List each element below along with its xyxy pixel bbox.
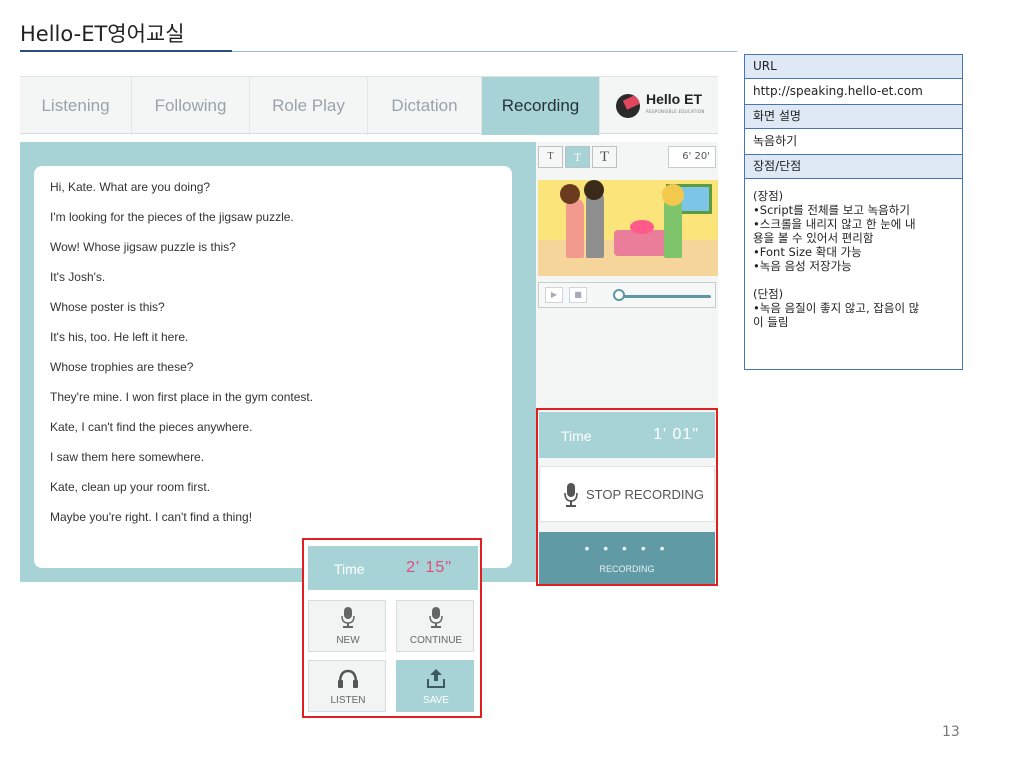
tab-listening[interactable]: Listening	[20, 77, 132, 135]
progress-knob[interactable]	[613, 289, 625, 301]
script-line: They're mine. I won first place in the g…	[50, 390, 314, 404]
new-button[interactable]: NEW	[308, 600, 386, 652]
controls-time-value: 2' 15"	[406, 559, 452, 576]
tab-role-play[interactable]: Role Play	[250, 77, 368, 135]
tab-bar: Listening Following Role Play Dictation …	[20, 76, 718, 135]
recording-time-display: Time 1' 01"	[539, 412, 715, 458]
listen-button[interactable]: LISTEN	[308, 660, 386, 712]
script-line: Kate, clean up your room first.	[50, 480, 211, 494]
url-header: URL	[745, 55, 962, 79]
new-label: NEW	[336, 635, 360, 646]
save-label: SAVE	[423, 695, 449, 706]
info-table: URL http://speaking.hello-et.com 화면 설명 녹…	[744, 54, 963, 370]
script-line: Whose poster is this?	[50, 300, 165, 314]
cons-item: 이 들림	[753, 315, 789, 329]
script-line: Wow! Whose jigsaw puzzle is this?	[50, 240, 236, 254]
script-line: Maybe you're right. I can't find a thing…	[50, 510, 253, 524]
script-line: I saw them here somewhere.	[50, 450, 205, 464]
cons-title: (단점)	[753, 287, 784, 301]
play-button[interactable]: ▶	[545, 287, 563, 303]
recorder-controls-highlight: Time 2' 15" NEW CONTINUE LISTEN SAVE	[302, 538, 482, 718]
headphones-icon	[338, 669, 358, 688]
pros-item: •스크롤을 내리지 않고 한 눈에 내	[753, 217, 916, 231]
pros-item: 용을 볼 수 있어서 편리함	[753, 231, 874, 245]
description-header: 화면 설명	[745, 105, 962, 129]
controls-time-label: Time	[334, 561, 365, 577]
script-line: It's Josh's.	[50, 270, 106, 284]
script-line: I'm looking for the pieces of the jigsaw…	[50, 210, 294, 224]
font-size-buttons: T T T	[538, 146, 617, 168]
tab-dictation[interactable]: Dictation	[368, 77, 482, 135]
app-window: Listening Following Role Play Dictation …	[20, 70, 718, 720]
script-line: Hi, Kate. What are you doing?	[50, 180, 211, 194]
script-line: Kate, I can't find the pieces anywhere.	[50, 420, 253, 434]
script-line: Whose trophies are these?	[50, 360, 194, 374]
font-size-large-button[interactable]: T	[592, 146, 617, 168]
pros-item: •Script를 전체를 보고 녹음하기	[753, 203, 910, 217]
microphone-icon	[429, 607, 443, 628]
recording-status: • • • • • RECORDING	[539, 532, 715, 584]
pros-title: (장점)	[753, 189, 784, 203]
scene-illustration	[538, 180, 718, 276]
description-value: 녹음하기	[745, 129, 962, 155]
pros-item: •Font Size 확대 가능	[753, 245, 862, 259]
hello-et-logo: Hello ET RESPONSIBLE EDUCATION	[616, 76, 718, 134]
pros-cons-header: 장점/단점	[745, 155, 962, 179]
controls-time-display: Time 2' 15"	[308, 546, 478, 590]
stop-recording-label: STOP RECORDING	[586, 487, 704, 502]
url-value: http://speaking.hello-et.com	[745, 79, 962, 105]
progress-track[interactable]	[621, 295, 711, 298]
stop-button[interactable]: ■	[569, 287, 587, 303]
slide-title: Hello-ET영어교실	[20, 22, 185, 46]
stop-recording-button[interactable]: STOP RECORDING	[539, 466, 715, 522]
cons-item: •녹음 음질이 좋지 않고, 잡음이 많	[753, 301, 920, 315]
continue-label: CONTINUE	[409, 635, 463, 646]
listen-label: LISTEN	[330, 695, 366, 706]
font-size-medium-button[interactable]: T	[565, 146, 590, 168]
pros-cons-body: (장점) •Script를 전체를 보고 녹음하기 •스크롤을 내리지 않고 한…	[745, 181, 962, 337]
font-size-small-button[interactable]: T	[538, 146, 563, 168]
pros-item: •녹음 음성 저장가능	[753, 259, 852, 273]
logo-mark-icon	[616, 94, 640, 118]
save-button[interactable]: SAVE	[396, 660, 474, 712]
script-panel: Hi, Kate. What are you doing? I'm lookin…	[34, 166, 512, 568]
logo-name: Hello ET	[646, 91, 703, 107]
microphone-icon	[341, 607, 355, 628]
microphone-icon	[564, 483, 578, 507]
logo-subtitle: RESPONSIBLE EDUCATION	[646, 109, 705, 114]
tab-following[interactable]: Following	[132, 77, 250, 135]
recording-time-label: Time	[561, 428, 592, 444]
title-underline-accent	[20, 50, 232, 52]
recording-time-value: 1' 01"	[653, 426, 699, 443]
recording-dots: • • • • •	[584, 540, 670, 556]
page-number: 13	[942, 724, 960, 740]
recording-status-label: RECORDING	[599, 564, 655, 574]
total-duration: 6' 20'	[668, 146, 716, 168]
continue-button[interactable]: CONTINUE	[396, 600, 474, 652]
recording-panel-highlight: Time 1' 01" STOP RECORDING • • • • • REC…	[536, 408, 718, 586]
audio-player: ▶ ■	[538, 282, 716, 308]
upload-icon	[427, 669, 445, 688]
script-line: It's his, too. He left it here.	[50, 330, 189, 344]
tab-recording[interactable]: Recording	[482, 77, 600, 135]
